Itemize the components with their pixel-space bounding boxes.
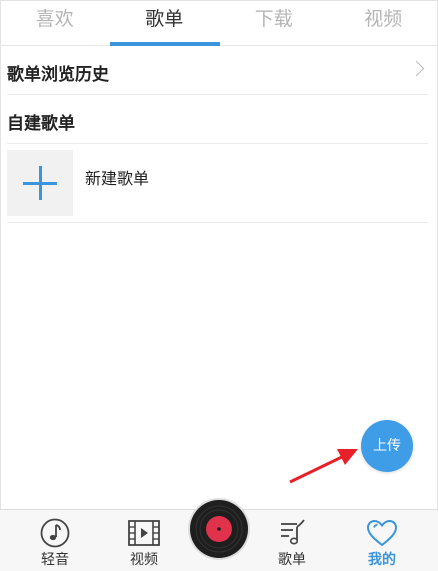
playlist-history-row[interactable]: 歌单浏览历史 (7, 46, 428, 95)
upload-button-label: 上传 (373, 438, 401, 454)
top-tab-bar: 喜欢 歌单 下载 视频 (0, 0, 438, 46)
playlist-note-icon (275, 518, 309, 548)
film-play-icon (127, 518, 161, 548)
tab-videos-label: 视频 (364, 8, 402, 30)
tab-likes-label: 喜欢 (36, 8, 74, 30)
vinyl-record-icon[interactable] (187, 497, 251, 561)
nav-light-music-label: 轻音 (19, 549, 91, 569)
my-playlists-section-header: 自建歌单 (7, 95, 428, 144)
tab-playlists[interactable]: 歌单 (110, 0, 220, 45)
new-playlist-item[interactable]: 新建歌单 (7, 144, 428, 223)
nav-mine-label: 我的 (346, 549, 418, 569)
playlist-history-label: 歌单浏览历史 (7, 60, 109, 85)
nav-mine[interactable]: 我的 (346, 510, 418, 571)
tab-downloads[interactable]: 下载 (219, 0, 329, 45)
new-playlist-label: 新建歌单 (85, 165, 149, 189)
upload-button[interactable]: 上传 (361, 420, 413, 472)
nav-light-music[interactable]: 轻音 (19, 510, 91, 571)
tab-likes[interactable]: 喜欢 (0, 0, 110, 45)
nav-videos[interactable]: 视频 (108, 510, 180, 571)
tab-downloads-label: 下载 (255, 8, 293, 30)
heart-icon (365, 518, 399, 548)
nav-playlists-label: 歌单 (256, 549, 328, 569)
nav-playlists[interactable]: 歌单 (256, 510, 328, 571)
chevron-right-icon (409, 61, 425, 77)
tab-playlists-label: 歌单 (145, 8, 183, 30)
nav-videos-label: 视频 (108, 549, 180, 569)
music-note-circle-icon (38, 518, 72, 548)
tab-videos[interactable]: 视频 (329, 0, 438, 45)
my-playlists-title: 自建歌单 (7, 109, 75, 134)
plus-icon (7, 150, 73, 216)
